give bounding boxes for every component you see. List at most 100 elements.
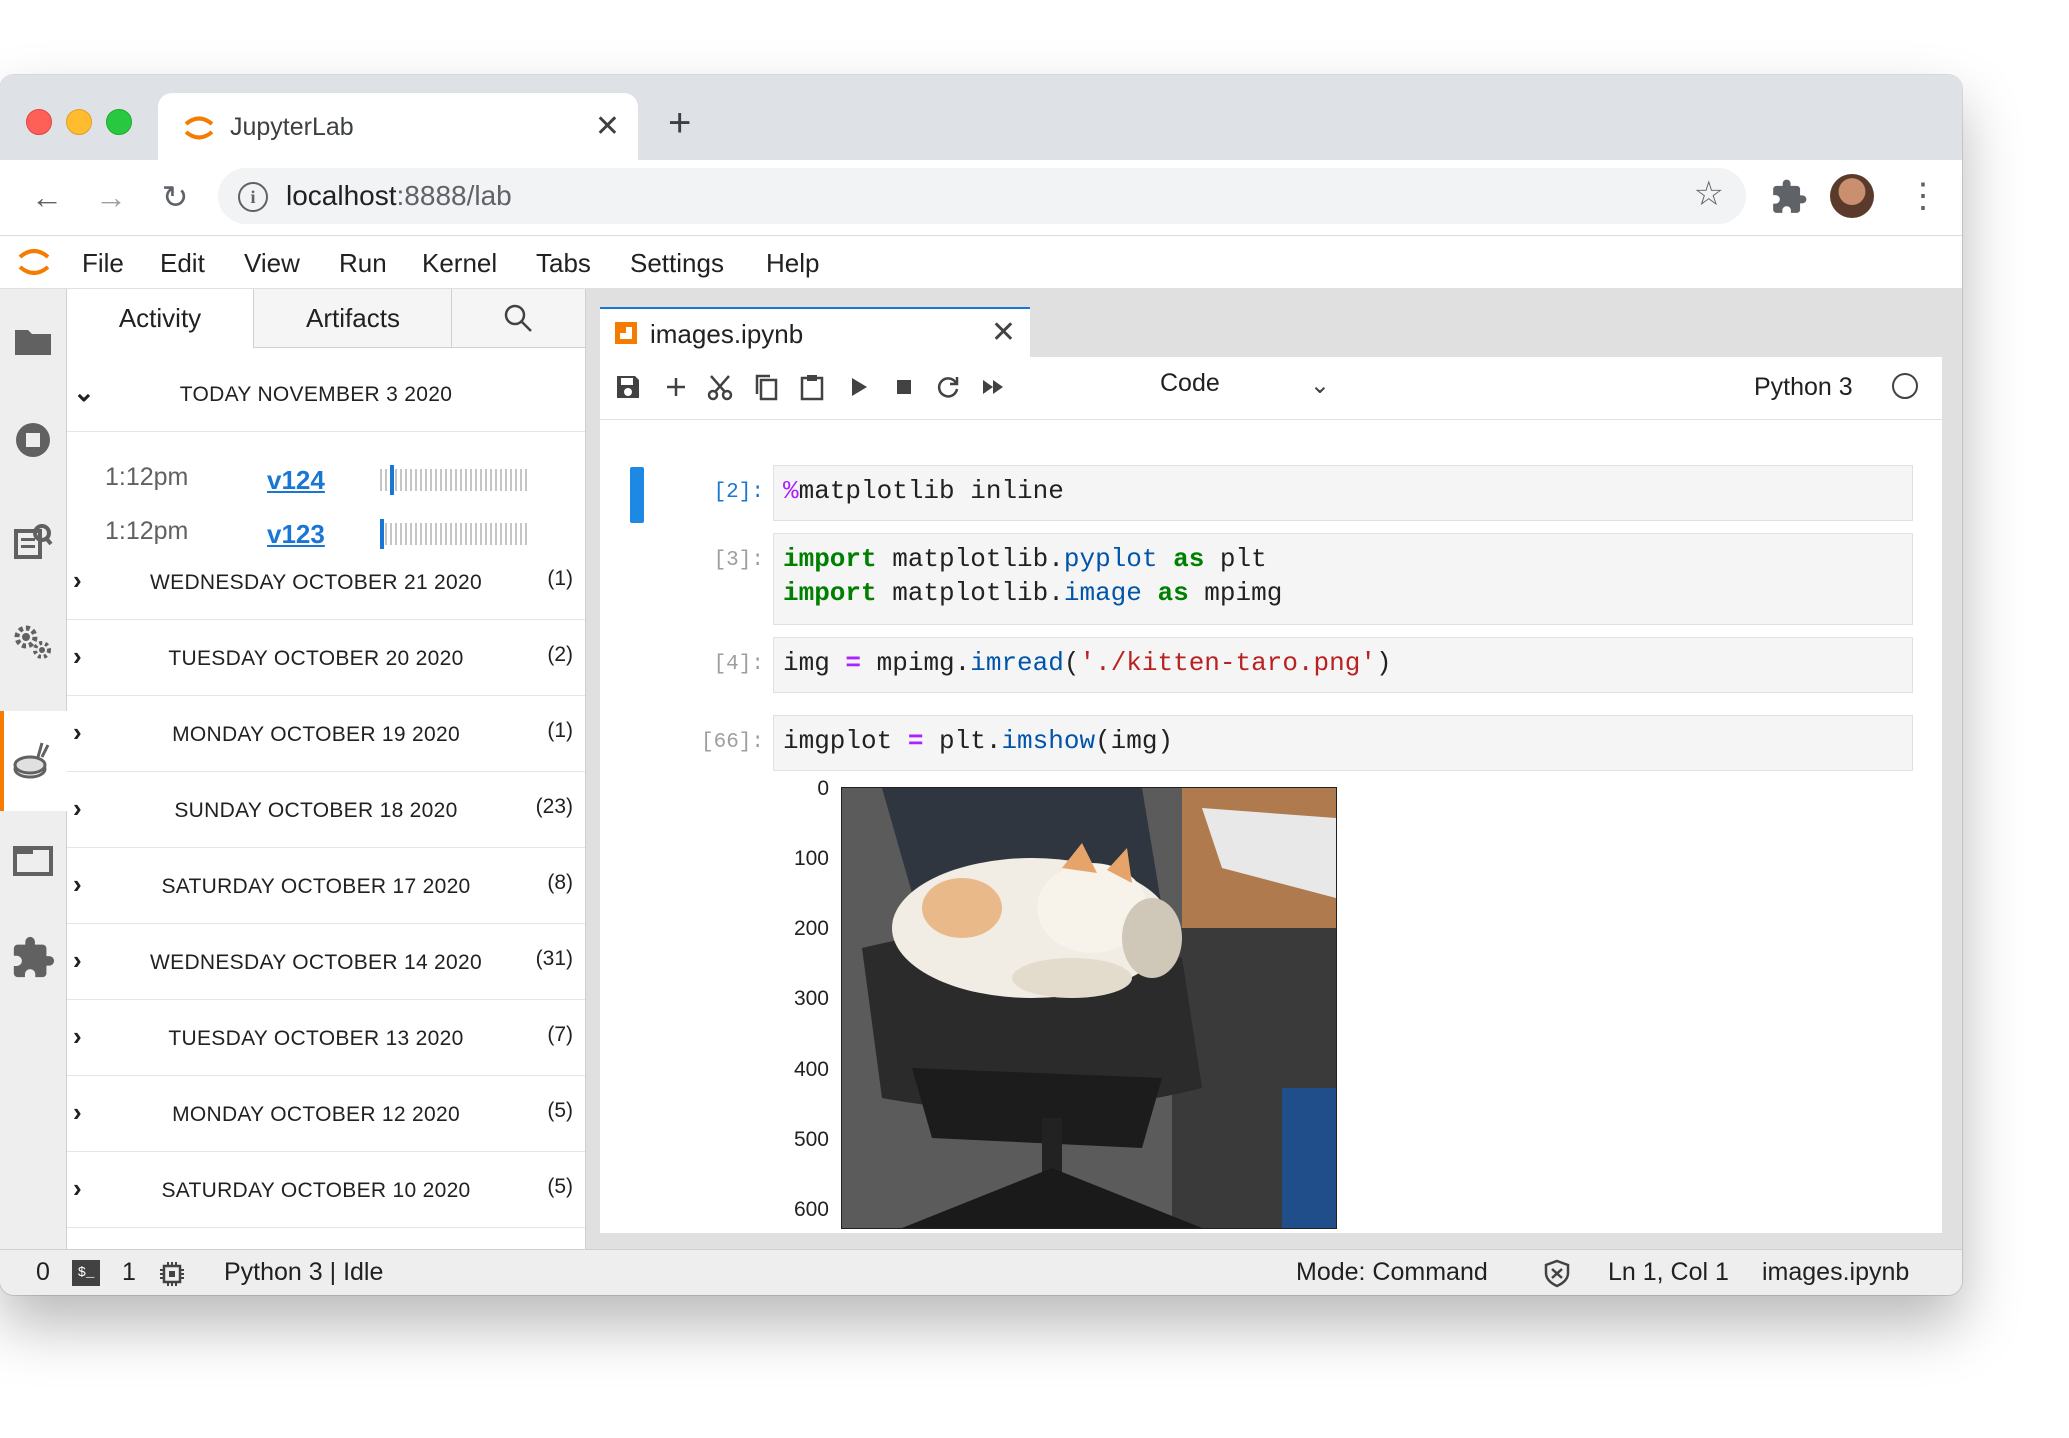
day-header-today[interactable]: ⌄ TODAY NOVEMBER 3 2020: [67, 359, 585, 432]
tab-artifacts[interactable]: Artifacts: [255, 289, 452, 347]
open-tabs-icon[interactable]: [10, 837, 56, 883]
copy-icon[interactable]: [750, 371, 782, 403]
cell-editor[interactable]: img = mpimg.imread('./kitten-taro.png'): [773, 637, 1913, 693]
day-header[interactable]: › SATURDAY OCTOBER 10 2020 (5): [67, 1155, 585, 1228]
version-timeline-slider[interactable]: [379, 519, 529, 549]
terminal-icon[interactable]: $_: [72, 1260, 100, 1286]
day-header[interactable]: › TUESDAY OCTOBER 20 2020 (2): [67, 623, 585, 696]
version-history-icon[interactable]: [10, 737, 56, 783]
day-label: TUESDAY OCTOBER 13 2020: [168, 1027, 464, 1050]
version-row[interactable]: 1:12pm v124: [67, 451, 585, 505]
running-sessions-icon[interactable]: [10, 417, 56, 463]
chevron-down-icon: ⌄: [73, 377, 95, 407]
day-count: (8): [547, 871, 573, 894]
version-time: 1:12pm: [105, 517, 189, 545]
kernel-name[interactable]: Python 3: [1754, 373, 1853, 402]
tab-activity[interactable]: Activity: [67, 289, 254, 349]
menu-settings[interactable]: Settings: [630, 248, 724, 279]
day-count: (5): [547, 1175, 573, 1198]
y-tick-label: 100: [793, 847, 829, 870]
close-tab-icon[interactable]: ✕: [595, 107, 620, 147]
main-dock-area: images.ipynb ✕ Code ⌄ Python 3 [2]: %mat…: [586, 289, 1962, 1249]
bookmark-star-icon[interactable]: ☆: [1694, 174, 1724, 214]
jupyterlab-menubar: File Edit View Run Kernel Tabs Settings …: [0, 236, 1962, 289]
extension-manager-icon[interactable]: [10, 935, 56, 981]
browser-menu-icon[interactable]: ⋮: [1906, 172, 1940, 220]
notebook-mode: Mode: Command: [1296, 1258, 1488, 1286]
status-bar: 0 $_ 1 Python 3 | Idle Mode: Command Ln …: [0, 1249, 1962, 1295]
timeline-handle[interactable]: [380, 519, 384, 549]
notebook-tab-title: images.ipynb: [650, 319, 804, 349]
version-link[interactable]: v123: [267, 519, 325, 550]
save-icon[interactable]: [612, 371, 644, 403]
left-sidebar: [0, 289, 70, 1249]
y-tick-label: 500: [793, 1128, 829, 1151]
cell-editor[interactable]: %matplotlib inline: [773, 465, 1913, 521]
y-tick-label: 600: [793, 1198, 829, 1221]
insert-cell-icon[interactable]: [660, 371, 692, 403]
site-info-icon[interactable]: i: [238, 182, 268, 212]
menu-file[interactable]: File: [82, 248, 124, 279]
menu-kernel[interactable]: Kernel: [422, 248, 497, 279]
menu-run[interactable]: Run: [339, 248, 387, 279]
cut-icon[interactable]: [704, 371, 736, 403]
paste-icon[interactable]: [796, 371, 828, 403]
trusted-shield-icon[interactable]: [1542, 1258, 1572, 1288]
back-arrow-icon[interactable]: ←: [24, 174, 70, 220]
profile-avatar[interactable]: [1830, 174, 1874, 218]
close-icon[interactable]: ✕: [991, 315, 1016, 351]
menu-tabs[interactable]: Tabs: [536, 248, 591, 279]
day-label: WEDNESDAY OCTOBER 14 2020: [150, 951, 482, 974]
day-header[interactable]: › SUNDAY OCTOBER 18 2020 (23): [67, 775, 585, 848]
cell-type-dropdown[interactable]: Code ⌄: [1160, 369, 1330, 407]
version-timeline-slider[interactable]: [379, 465, 529, 495]
kernel-count[interactable]: 1: [122, 1258, 136, 1287]
cursor-position[interactable]: Ln 1, Col 1: [1608, 1258, 1729, 1287]
day-header[interactable]: › SATURDAY OCTOBER 17 2020 (8): [67, 851, 585, 924]
new-tab-button[interactable]: +: [668, 101, 691, 145]
cell-editor[interactable]: import matplotlib.pyplot as plt import m…: [773, 533, 1913, 625]
folder-icon[interactable]: [10, 319, 56, 365]
settings-gears-icon[interactable]: [10, 619, 56, 665]
day-count: (31): [535, 947, 573, 970]
url-text: localhost:8888/lab: [286, 180, 512, 211]
menu-help[interactable]: Help: [766, 248, 819, 279]
browser-toolbar: ← → ↻ i localhost:8888/lab ☆ ⋮: [0, 160, 1962, 236]
day-header[interactable]: › TUESDAY OCTOBER 13 2020 (7): [67, 1003, 585, 1076]
reload-icon[interactable]: ↻: [152, 174, 198, 220]
address-bar[interactable]: i localhost:8888/lab ☆: [218, 168, 1746, 224]
property-inspector-icon[interactable]: [10, 519, 56, 565]
day-header[interactable]: › MONDAY OCTOBER 19 2020 (1): [67, 699, 585, 772]
search-icon[interactable]: [453, 289, 583, 347]
terminal-count[interactable]: 0: [36, 1258, 50, 1287]
browser-tab-jupyterlab[interactable]: JupyterLab ✕: [158, 93, 638, 160]
notebook-toolbar: Code ⌄ Python 3: [600, 357, 1942, 420]
day-header[interactable]: › WEDNESDAY OCTOBER 14 2020 (31): [67, 927, 585, 1000]
day-header[interactable]: › WEDNESDAY OCTOBER 21 2020 (1): [67, 547, 585, 620]
extensions-puzzle-icon[interactable]: [1770, 178, 1808, 216]
day-header[interactable]: › MONDAY OCTOBER 12 2020 (5): [67, 1079, 585, 1152]
close-window-button[interactable]: [26, 109, 52, 135]
forward-arrow-icon[interactable]: →: [88, 174, 134, 220]
kernel-chip-icon[interactable]: [158, 1260, 186, 1288]
version-time: 1:12pm: [105, 463, 189, 491]
version-link[interactable]: v124: [267, 465, 325, 496]
kitten-image: [841, 787, 1337, 1229]
restart-run-all-icon[interactable]: [978, 371, 1010, 403]
day-label: SUNDAY OCTOBER 18 2020: [174, 799, 458, 822]
minimize-window-button[interactable]: [66, 109, 92, 135]
zoom-window-button[interactable]: [106, 109, 132, 135]
interrupt-kernel-icon[interactable]: [888, 371, 920, 403]
cell-editor[interactable]: imgplot = plt.imshow(img): [773, 715, 1913, 771]
menu-view[interactable]: View: [244, 248, 300, 279]
restart-kernel-icon[interactable]: [932, 371, 964, 403]
chevron-right-icon: ›: [73, 641, 82, 671]
chevron-right-icon: ›: [73, 945, 82, 975]
run-cell-icon[interactable]: [842, 371, 874, 403]
timeline-handle[interactable]: [390, 465, 394, 495]
kernel-status[interactable]: Python 3 | Idle: [224, 1258, 383, 1287]
chevron-right-icon: ›: [73, 1097, 82, 1127]
tab-images-ipynb[interactable]: images.ipynb ✕: [600, 307, 1030, 359]
menu-edit[interactable]: Edit: [160, 248, 205, 279]
chevron-right-icon: ›: [73, 869, 82, 899]
